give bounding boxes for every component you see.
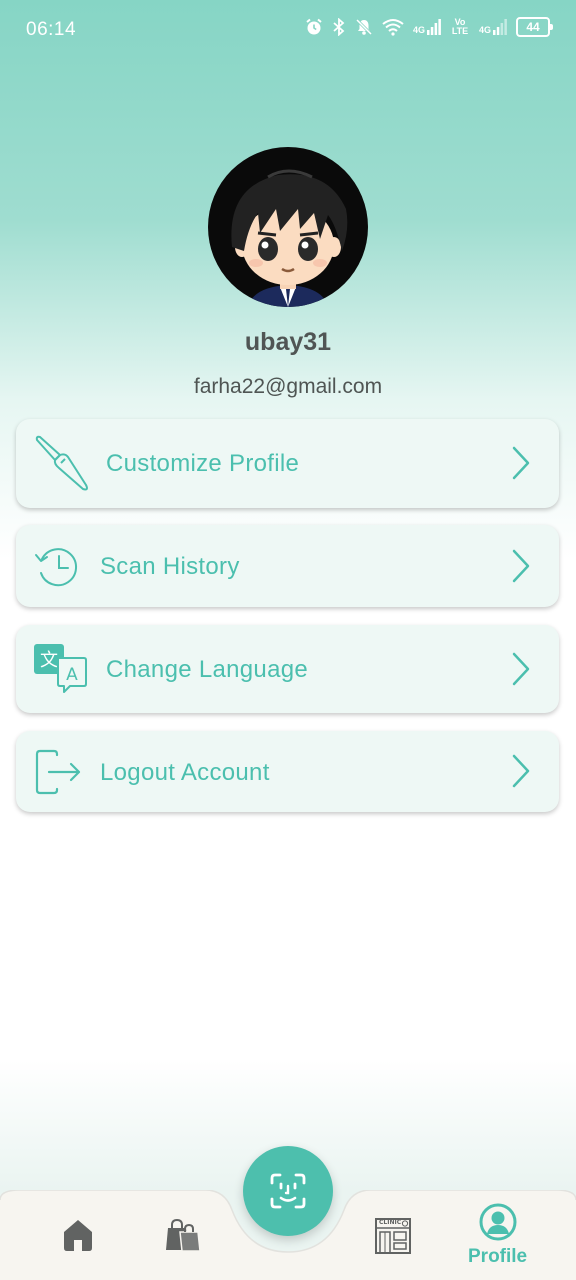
history-clock-icon xyxy=(35,548,77,587)
change-language-button[interactable]: 文 A Change Language xyxy=(16,625,559,713)
network-4g-1: 4G xyxy=(413,19,441,35)
nav-profile-label[interactable]: Profile xyxy=(468,1246,527,1268)
customize-profile-label: Customize Profile xyxy=(106,450,300,477)
status-icons: 4G Vo LTE 4G 44 xyxy=(305,17,553,37)
avatar[interactable] xyxy=(208,147,368,307)
face-scan-icon xyxy=(270,1173,306,1209)
avatar-illustration xyxy=(231,169,348,307)
translate-icon: 文 A xyxy=(34,644,87,693)
bluetooth-icon xyxy=(333,18,345,36)
chevron-right-icon xyxy=(512,446,530,480)
network-4g-2: 4G xyxy=(479,19,507,35)
signal-icon xyxy=(493,19,507,35)
wifi-icon xyxy=(382,19,404,36)
paintbrush-icon xyxy=(35,435,88,491)
user-email: farha22@gmail.com xyxy=(193,375,383,398)
status-time: 06:14 xyxy=(26,19,77,40)
shopping-bags-icon[interactable] xyxy=(164,1218,202,1252)
svg-text:A: A xyxy=(66,665,78,685)
status-bar: 06:14 4G Vo LTE 4G 44 xyxy=(0,0,576,58)
scan-history-button[interactable]: Scan History xyxy=(16,525,559,607)
username: ubay31 xyxy=(244,328,332,356)
chevron-right-icon xyxy=(512,652,530,686)
logout-account-button[interactable]: Logout Account xyxy=(16,731,559,812)
scan-history-label: Scan History xyxy=(100,553,240,580)
clinic-sign: CLINIC xyxy=(379,1219,402,1226)
logout-account-label: Logout Account xyxy=(100,759,270,786)
customize-profile-button[interactable]: Customize Profile xyxy=(16,419,559,508)
battery-icon: 44 xyxy=(516,17,553,37)
chevron-right-icon xyxy=(512,549,530,583)
face-scan-button[interactable] xyxy=(243,1146,333,1236)
alarm-icon xyxy=(306,18,322,35)
svg-text:文: 文 xyxy=(40,650,58,671)
chevron-right-icon xyxy=(512,754,530,788)
home-icon[interactable] xyxy=(61,1218,95,1252)
clinic-icon[interactable]: CLINIC xyxy=(375,1218,411,1254)
profile-icon[interactable] xyxy=(479,1203,517,1241)
signal-icon xyxy=(426,19,441,35)
change-language-label: Change Language xyxy=(106,656,309,683)
logout-icon xyxy=(35,749,81,795)
notifications-muted-icon xyxy=(355,18,373,36)
volte-label: Vo LTE xyxy=(451,17,469,36)
